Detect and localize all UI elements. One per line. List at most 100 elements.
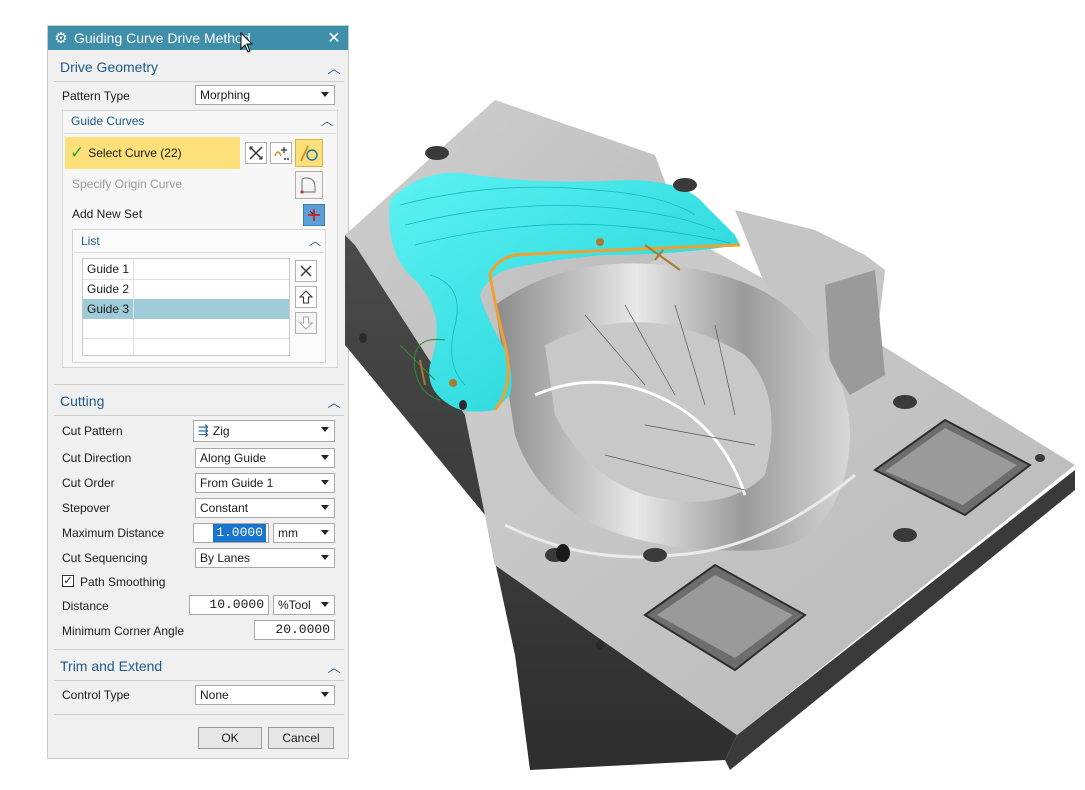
stepover-dropdown[interactable]: Constant: [195, 498, 335, 518]
dropdown-arrow-icon: [321, 427, 329, 432]
cut-pattern-value: Zig: [212, 424, 230, 438]
divider: [54, 81, 344, 82]
dropdown-arrow-icon: [321, 602, 329, 607]
cut-order-value: From Guide 1: [200, 476, 274, 490]
cancel-button[interactable]: Cancel: [268, 727, 334, 749]
section-trim-extend[interactable]: Trim and Extend ︿: [54, 653, 344, 679]
specify-origin-curve-label: Specify Origin Curve: [72, 177, 183, 191]
move-down-icon[interactable]: [295, 312, 317, 334]
path-smoothing-checkbox[interactable]: ✓: [62, 575, 74, 587]
dropdown-arrow-icon: [321, 92, 329, 97]
cut-direction-label: Cut Direction: [62, 451, 132, 465]
side-hole: [596, 640, 604, 650]
cut-order-dropdown[interactable]: From Guide 1: [195, 473, 335, 493]
distance-unit-dropdown[interactable]: %Tool: [273, 595, 335, 615]
curve-add-icon[interactable]: [270, 142, 292, 164]
cut-sequencing-value: By Lanes: [200, 551, 251, 565]
divider: [54, 680, 344, 681]
maximum-distance-unit: mm: [278, 526, 298, 540]
stepover-label: Stepover: [62, 501, 111, 515]
dropdown-arrow-icon: [321, 530, 329, 535]
column-divider: [133, 259, 134, 279]
pattern-type-dropdown[interactable]: Morphing: [195, 85, 335, 105]
list-item-empty: [83, 319, 289, 339]
maximum-distance-label: Maximum Distance: [62, 526, 165, 540]
collapse-chevron-icon[interactable]: ︿: [324, 58, 344, 77]
cut-sequencing-label: Cut Sequencing: [62, 551, 148, 565]
close-icon[interactable]: ✕: [320, 28, 348, 48]
mouse-cursor-icon: [240, 32, 254, 53]
curve-selection-icon[interactable]: [295, 139, 323, 167]
hole: [673, 178, 697, 192]
ok-button[interactable]: OK: [198, 727, 262, 749]
deselect-curves-icon[interactable]: [245, 142, 267, 164]
cut-pattern-dropdown[interactable]: ⇶ Zig: [193, 420, 335, 442]
path-smoothing-row[interactable]: ✓ Path Smoothing: [62, 571, 336, 593]
add-new-set-label: Add New Set: [72, 207, 143, 221]
control-type-dropdown[interactable]: None: [195, 685, 335, 705]
dialog-title: Guiding Curve Drive Method: [74, 30, 251, 46]
remove-list-item-icon[interactable]: [295, 260, 317, 282]
select-curve-row[interactable]: ✓ Select Curve (22): [65, 137, 240, 169]
section-drive-geometry[interactable]: Drive Geometry ︿: [54, 54, 344, 80]
divider: [54, 649, 344, 650]
drive-geometry-header: Drive Geometry: [60, 59, 159, 75]
list-item-empty: [83, 338, 289, 355]
maximum-distance-unit-dropdown[interactable]: mm: [273, 523, 335, 543]
control-type-value: None: [200, 688, 229, 702]
distance-unit: %Tool: [278, 598, 311, 612]
minimum-corner-angle-input[interactable]: 20.0000: [254, 620, 335, 640]
collapse-chevron-icon[interactable]: ︿: [321, 112, 333, 129]
path-smoothing-label: Path Smoothing: [80, 575, 166, 589]
move-up-icon[interactable]: [295, 286, 317, 308]
hole: [1035, 454, 1045, 462]
hole: [425, 146, 449, 160]
stepover-value: Constant: [200, 501, 249, 515]
guide-point-marker: [449, 379, 457, 387]
cutting-header: Cutting: [60, 393, 105, 409]
list-item-label: Guide 3: [87, 302, 130, 316]
list-item[interactable]: Guide 1: [83, 259, 289, 280]
cad-viewport-model[interactable]: [345, 95, 1080, 775]
collapse-chevron-icon[interactable]: ︿: [324, 657, 344, 676]
select-curve-label: Select Curve (22): [88, 146, 182, 160]
cut-order-label: Cut Order: [62, 476, 115, 490]
distance-input[interactable]: 10.0000: [189, 595, 269, 615]
collapse-chevron-icon[interactable]: ︿: [324, 392, 344, 411]
cut-sequencing-dropdown[interactable]: By Lanes: [195, 548, 335, 568]
control-type-label: Control Type: [62, 688, 130, 702]
dropdown-arrow-icon: [321, 455, 329, 460]
maximum-distance-input[interactable]: 1.0000: [193, 523, 269, 543]
dialog-titlebar[interactable]: ⚙ Guiding Curve Drive Method ✕: [48, 26, 348, 50]
section-cutting[interactable]: Cutting ︿: [54, 388, 344, 414]
zig-pattern-icon: ⇶: [198, 423, 209, 438]
cut-direction-dropdown[interactable]: Along Guide: [195, 448, 335, 468]
minimum-corner-angle-value: 20.0000: [275, 622, 330, 637]
add-new-set-icon[interactable]: [303, 204, 325, 226]
divider: [64, 133, 336, 134]
dropdown-arrow-icon: [321, 480, 329, 485]
collapse-chevron-icon[interactable]: ︿: [309, 232, 321, 249]
origin-curve-icon[interactable]: [295, 171, 323, 199]
divider: [54, 714, 344, 715]
side-hole: [459, 400, 467, 410]
column-divider: [133, 338, 134, 355]
side-hole: [556, 544, 570, 562]
guide-point-marker: [596, 238, 604, 246]
list-item-selected[interactable]: Guide 3: [83, 299, 289, 319]
trim-extend-header: Trim and Extend: [60, 658, 163, 674]
side-hole: [359, 333, 367, 343]
list-header: List: [81, 234, 100, 248]
hole: [893, 395, 917, 409]
column-divider: [133, 299, 134, 319]
checkmark-icon: ✓: [70, 143, 85, 162]
guide-curves-header: Guide Curves: [71, 114, 145, 128]
column-divider: [133, 279, 134, 299]
divider: [54, 415, 344, 416]
distance-label: Distance: [62, 599, 109, 613]
hole: [893, 528, 917, 542]
pattern-type-label: Pattern Type: [62, 89, 130, 103]
divider: [74, 252, 324, 253]
pattern-type-value: Morphing: [200, 88, 251, 102]
list-item[interactable]: Guide 2: [83, 279, 289, 300]
